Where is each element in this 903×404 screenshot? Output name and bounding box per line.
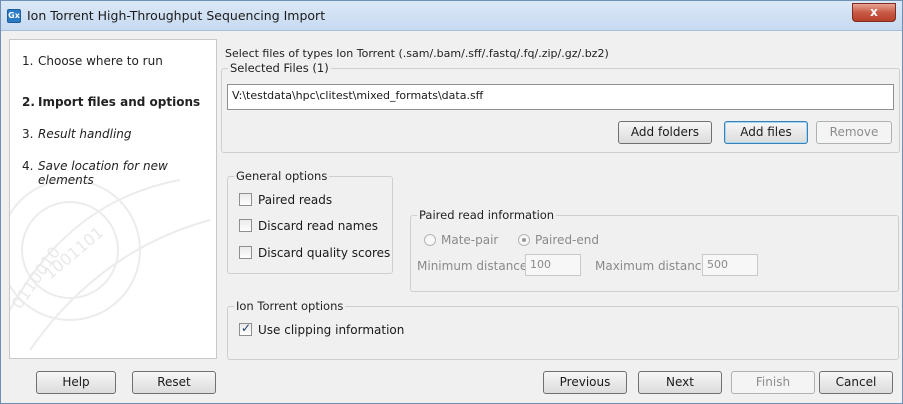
step-number: 4.: [22, 159, 34, 173]
close-icon: x: [870, 5, 878, 19]
mate-pair-radio[interactable]: Mate-pair: [424, 233, 498, 247]
step-label: Result handling: [38, 127, 132, 141]
close-button[interactable]: x: [852, 3, 896, 22]
checkbox-box[interactable]: [239, 321, 252, 336]
radio-label: Paired-end: [535, 233, 599, 247]
radio-circle[interactable]: [424, 233, 436, 246]
title-bar: Gx Ion Torrent High-Throughput Sequencin…: [1, 1, 902, 31]
radio-label: Mate-pair: [441, 233, 499, 247]
step-number: 1.: [22, 54, 34, 68]
finish-button[interactable]: Finish: [731, 371, 815, 394]
step-choose-where-to-run: 1. Choose where to run: [22, 54, 163, 68]
step-number: 3.: [22, 127, 34, 141]
cancel-button[interactable]: Cancel: [819, 371, 893, 394]
checkbox-box[interactable]: [239, 219, 252, 232]
window-title: Ion Torrent High-Throughput Sequencing I…: [27, 8, 326, 23]
general-options-legend: General options: [234, 169, 330, 183]
discard-read-names-checkbox[interactable]: Discard read names: [239, 219, 378, 233]
add-folders-button[interactable]: Add folders: [618, 121, 712, 144]
checkbox-label: Paired reads: [258, 193, 333, 207]
minimum-distance-field[interactable]: 100: [525, 254, 581, 276]
footer-bar: Help Reset Previous Next Finish Cancel: [1, 364, 902, 404]
app-icon: Gx: [7, 9, 21, 23]
checkbox-box[interactable]: [239, 193, 252, 206]
step-import-files-and-options: 2. Import files and options: [22, 95, 200, 109]
reset-button[interactable]: Reset: [132, 371, 216, 394]
use-clipping-checkbox[interactable]: Use clipping information: [239, 321, 405, 337]
paired-reads-checkbox[interactable]: Paired reads: [239, 193, 332, 207]
paired-end-radio[interactable]: Paired-end: [518, 233, 599, 247]
selected-files-list[interactable]: V:\testdata\hpc\clitest\mixed_formats\da…: [227, 84, 894, 110]
minimum-distance-label: Minimum distance: [417, 259, 528, 273]
step-number: 2.: [22, 95, 35, 109]
add-files-button[interactable]: Add files: [724, 121, 808, 144]
watermark-graphic: 0110010 1001101: [10, 179, 211, 351]
wizard-steps-panel: 0110010 1001101 1. Choose where to run 2.…: [9, 39, 217, 359]
help-button[interactable]: Help: [36, 371, 116, 394]
checkbox-box[interactable]: [239, 246, 252, 259]
next-button[interactable]: Next: [638, 371, 722, 394]
step-label: Save location for new elements: [38, 159, 168, 187]
ion-torrent-options-legend: Ion Torrent options: [234, 299, 346, 313]
previous-button[interactable]: Previous: [543, 371, 627, 394]
paired-read-information-legend: Paired read information: [417, 208, 557, 222]
selected-files-legend: Selected Files (1): [228, 61, 331, 75]
maximum-distance-label: Maximum distance: [595, 259, 709, 273]
step-label: Choose where to run: [38, 54, 163, 68]
checkbox-label: Discard quality scores: [258, 246, 391, 260]
remove-button[interactable]: Remove: [816, 121, 892, 144]
checkbox-label: Discard read names: [258, 219, 379, 233]
step-result-handling: 3. Result handling: [22, 127, 132, 141]
discard-quality-scores-checkbox[interactable]: Discard quality scores: [239, 246, 390, 260]
step-save-location: 4. Save location for new elements: [22, 159, 168, 187]
paired-read-information-group: Paired read information: [410, 208, 899, 292]
list-item[interactable]: V:\testdata\hpc\clitest\mixed_formats\da…: [232, 89, 889, 102]
file-types-instruction: Select files of types Ion Torrent (.sam/…: [225, 47, 609, 60]
import-dialog: Gx Ion Torrent High-Throughput Sequencin…: [0, 0, 903, 404]
radio-circle[interactable]: [518, 233, 530, 246]
step-label: Import files and options: [38, 95, 201, 109]
checkbox-label: Use clipping information: [258, 323, 405, 337]
maximum-distance-field[interactable]: 500: [702, 254, 758, 276]
